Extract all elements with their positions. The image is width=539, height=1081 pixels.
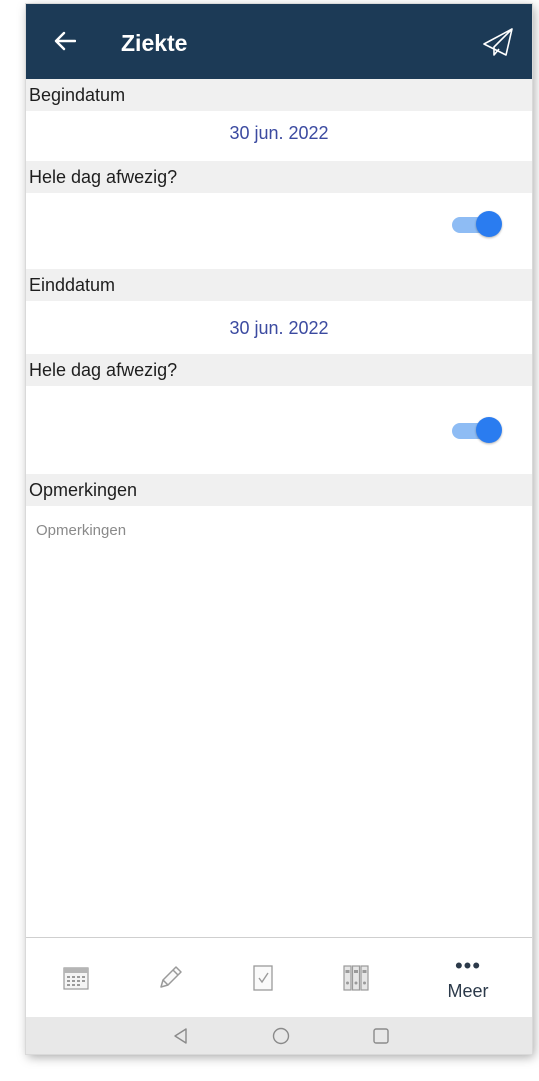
home-circle-icon — [272, 1027, 290, 1045]
app-bar: Ziekte — [26, 4, 532, 79]
back-button[interactable] — [50, 26, 80, 56]
system-recents-button[interactable] — [368, 1023, 394, 1049]
calendar-icon — [63, 967, 89, 990]
bottom-nav: ••• Meer — [26, 937, 532, 1018]
system-home-button[interactable] — [268, 1023, 294, 1049]
send-button[interactable] — [480, 24, 516, 60]
binders-icon — [343, 965, 369, 991]
page-title: Ziekte — [121, 30, 188, 56]
start-date-header: Begindatum — [26, 79, 532, 111]
paper-plane-icon — [483, 28, 513, 56]
system-nav-bar — [26, 1017, 532, 1054]
arrow-left-icon — [54, 31, 76, 51]
nav-more[interactable]: ••• Meer — [428, 938, 508, 1018]
notes-area — [26, 506, 532, 936]
nav-calendar[interactable] — [36, 938, 116, 1018]
start-all-day-toggle[interactable] — [450, 211, 502, 237]
toggle-thumb — [476, 417, 502, 443]
checklist-icon — [253, 965, 273, 991]
back-triangle-icon — [174, 1028, 187, 1044]
recents-square-icon — [373, 1028, 389, 1044]
pencil-icon — [160, 966, 182, 988]
more-dots-icon: ••• — [454, 952, 482, 978]
end-all-day-toggle[interactable] — [450, 417, 502, 443]
start-date-value[interactable]: 30 jun. 2022 — [26, 115, 532, 151]
system-back-button[interactable] — [168, 1023, 194, 1049]
end-all-day-header: Hele dag afwezig? — [26, 354, 532, 386]
nav-tasks[interactable] — [223, 938, 303, 1018]
phone-screen: Ziekte Begindatum 30 jun. 2022 Hele dag … — [26, 4, 532, 1054]
toggle-thumb — [476, 211, 502, 237]
notes-input[interactable] — [34, 520, 518, 924]
end-date-value[interactable]: 30 jun. 2022 — [26, 310, 532, 346]
notes-header: Opmerkingen — [26, 474, 532, 506]
end-date-header: Einddatum — [26, 269, 532, 301]
nav-documents[interactable] — [316, 938, 396, 1018]
start-all-day-header: Hele dag afwezig? — [26, 161, 532, 193]
nav-more-label: Meer — [447, 980, 489, 1001]
nav-edit[interactable] — [130, 938, 210, 1018]
